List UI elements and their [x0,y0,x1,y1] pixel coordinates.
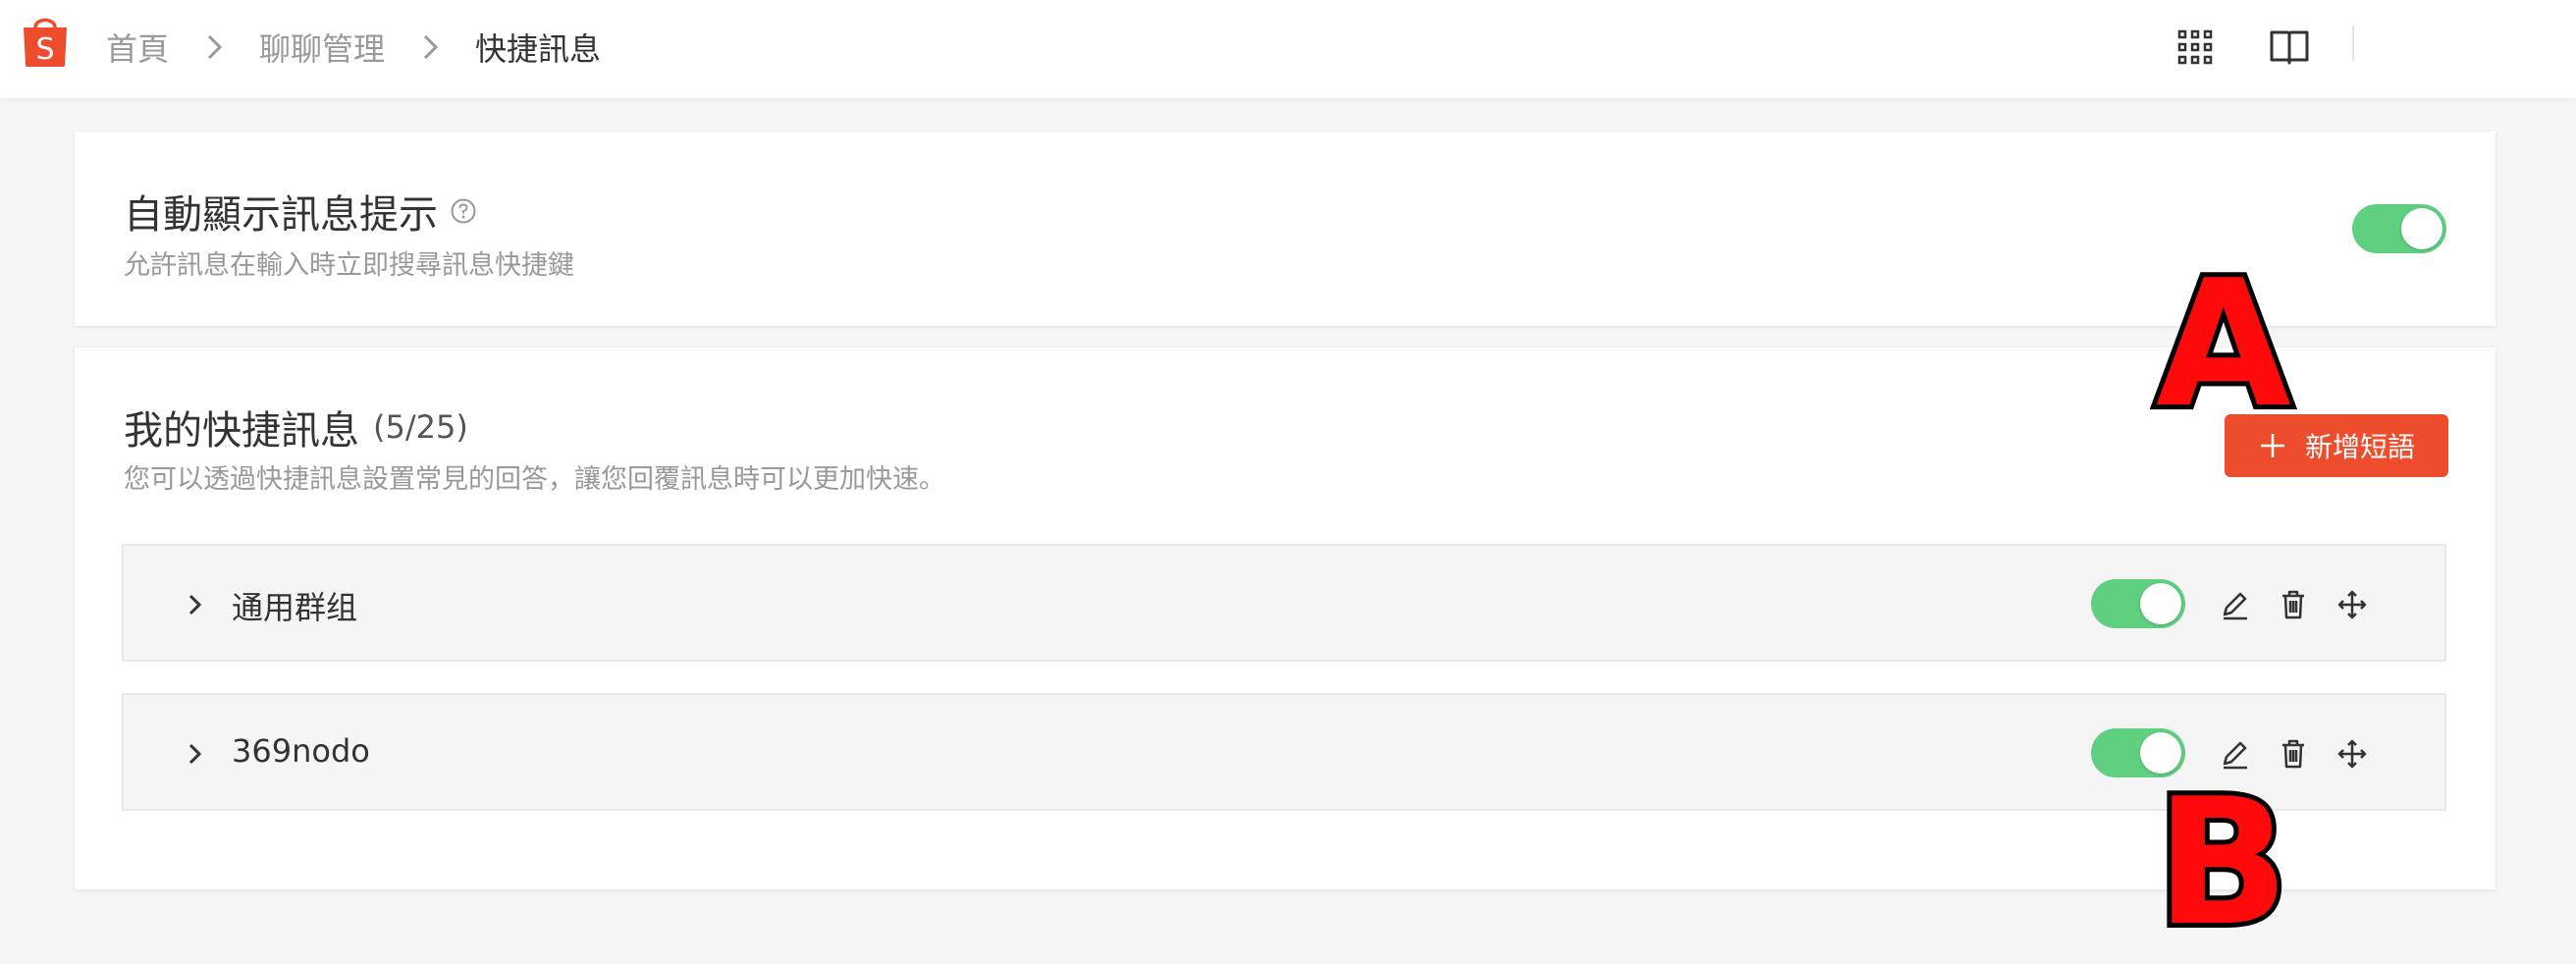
quick-replies-card: 我的快捷訊息 (5/25) 您可以透過快捷訊息設置常見的回答，讓您回覆訊息時可以… [75,348,2496,889]
book-icon[interactable] [2266,24,2313,71]
annotation-label-b: B [2151,761,2294,964]
group-row[interactable]: 369nodo [122,693,2446,811]
group-row[interactable]: 通用群组 [122,544,2446,662]
group-name: 通用群组 [232,589,358,626]
chevron-right-icon[interactable] [175,734,214,774]
top-bar: S 首頁 聊聊管理 快捷訊息 [0,0,2576,98]
auto-hint-description: 允許訊息在輸入時立即搜尋訊息快捷鍵 [124,250,574,281]
breadcrumb-home[interactable]: 首頁 [106,25,169,70]
apps-grid-icon[interactable] [2172,24,2219,71]
help-icon[interactable] [450,197,477,225]
edit-icon[interactable] [2215,585,2254,624]
quick-replies-title-row: 我的快捷訊息 (5/25) [124,399,468,455]
breadcrumb: 首頁 聊聊管理 快捷訊息 [106,24,601,71]
svg-text:S: S [35,32,54,67]
auto-hint-toggle[interactable] [2352,204,2446,253]
chevron-right-icon[interactable] [175,585,214,624]
quick-replies-title: 我的快捷訊息 [124,408,359,454]
shopee-logo-icon[interactable]: S [20,10,71,69]
group-toggle[interactable] [2091,579,2185,628]
auto-hint-title-row: 自動顯示訊息提示 [124,183,477,240]
auto-hint-card: 自動顯示訊息提示 允許訊息在輸入時立即搜尋訊息快捷鍵 [75,132,2496,326]
quick-replies-description: 您可以透過快捷訊息設置常見的回答，讓您回覆訊息時可以更加快速。 [124,464,945,495]
quick-replies-count: (5/25) [373,408,468,446]
add-phrase-label: 新增短語 [2304,431,2415,463]
chevron-right-icon [207,34,223,60]
annotation-label-a: A [2151,242,2296,446]
auto-hint-title: 自動顯示訊息提示 [124,192,438,238]
chevron-right-icon [423,34,439,60]
top-divider [2352,26,2354,61]
breadcrumb-quick-messages: 快捷訊息 [475,30,602,68]
breadcrumb-chat-management[interactable]: 聊聊管理 [259,25,385,70]
drag-move-icon[interactable] [2333,734,2372,774]
toggle-knob [2140,583,2181,624]
trash-icon[interactable] [2274,585,2313,624]
drag-move-icon[interactable] [2333,585,2372,624]
group-name: 369nodo [232,732,370,770]
toggle-knob [2401,208,2442,249]
